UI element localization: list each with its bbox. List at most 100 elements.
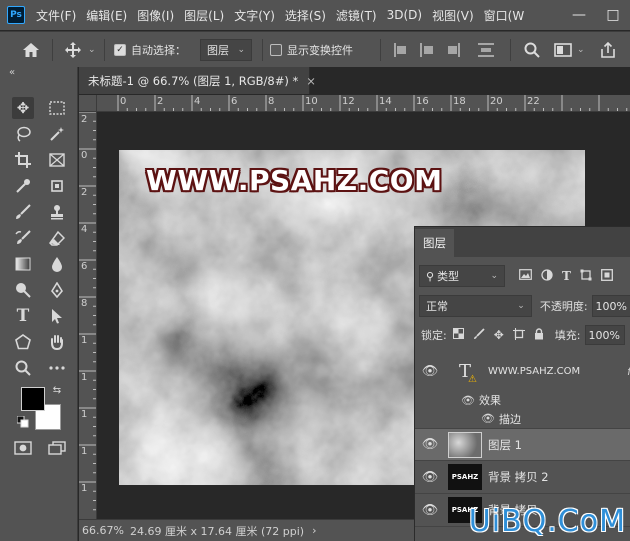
opacity-input[interactable]: 100% — [591, 295, 630, 317]
lock-pixels-icon[interactable] — [473, 327, 485, 343]
layer-row-selected[interactable]: 👁 图层 1 — [415, 429, 630, 461]
shape-tool-icon[interactable] — [12, 331, 34, 353]
ruler-label: 1 — [81, 483, 88, 494]
align-center-icon[interactable] — [420, 43, 434, 57]
collapse-toolbox-icon[interactable]: « — [9, 67, 15, 78]
zoom-level[interactable]: 66.67% — [82, 524, 130, 537]
dodge-tool-icon[interactable] — [12, 279, 34, 301]
close-icon[interactable]: × — [306, 74, 316, 88]
eye-icon[interactable]: 👁 — [415, 503, 445, 518]
swap-colors-icon[interactable]: ⇆ — [50, 383, 64, 397]
type-tool-icon[interactable]: T — [12, 305, 34, 327]
filter-smart-object-icon[interactable] — [600, 268, 613, 284]
ruler-label: 2 — [81, 114, 88, 125]
layer-stroke-effect-row[interactable]: 👁 描边 — [415, 409, 630, 429]
lasso-tool-icon[interactable] — [12, 123, 34, 145]
eyedropper-icon[interactable] — [12, 175, 34, 197]
hand-tool-icon[interactable] — [46, 331, 68, 353]
filter-shape-icon[interactable] — [580, 269, 592, 284]
zoom-tool-icon[interactable] — [12, 357, 34, 379]
menu-window[interactable]: 窗口(W — [484, 7, 525, 24]
home-icon[interactable] — [22, 32, 40, 68]
gradient-tool-icon[interactable] — [12, 253, 34, 275]
layer-effects-row[interactable]: 👁 效果 — [415, 391, 630, 409]
share-icon[interactable] — [600, 32, 616, 68]
brush-tool-icon[interactable] — [12, 201, 34, 223]
search-icon[interactable] — [524, 32, 540, 68]
ruler-vertical[interactable]: 2 0 2 4 6 8 1 1 1 1 1 — [79, 112, 97, 519]
filter-adjustment-icon[interactable] — [541, 268, 553, 284]
lock-position-icon[interactable]: ✥ — [494, 328, 504, 342]
layer-filter-dropdown[interactable]: ⚲ 类型 ⌄ — [419, 265, 505, 287]
show-transform-checkbox[interactable] — [270, 44, 282, 56]
ruler-horizontal[interactable]: 0 2 4 6 8 10 12 14 16 18 20 22 — [97, 95, 630, 112]
auto-select-dropdown[interactable]: 图层 ⌄ — [200, 39, 252, 61]
move-tool-icon[interactable]: ⌄ — [64, 32, 96, 68]
object-select-icon[interactable] — [46, 175, 68, 197]
lock-all-icon[interactable] — [534, 327, 544, 343]
chevron-down-icon[interactable]: ⌄ — [88, 45, 96, 55]
blend-mode-dropdown[interactable]: 正常 ⌄ — [419, 295, 532, 317]
stamp-tool-icon[interactable] — [46, 201, 68, 223]
menu-3d[interactable]: 3D(D) — [387, 8, 422, 22]
path-select-icon[interactable] — [46, 305, 68, 327]
workspace-icon[interactable]: ⌄ — [554, 32, 585, 68]
status-menu-arrow-icon[interactable]: › — [312, 524, 316, 537]
frame-tool-icon[interactable] — [46, 149, 68, 171]
layer-row[interactable]: 👁 PSAHZ 背景 拷贝 2 — [415, 461, 630, 494]
maximize-button[interactable]: □ — [596, 7, 630, 23]
default-colors-icon[interactable] — [16, 415, 30, 429]
menu-image[interactable]: 图像(I) — [137, 7, 174, 24]
history-brush-icon[interactable] — [12, 227, 34, 249]
cloud-layer-thumb — [448, 431, 482, 458]
crop-tool-icon[interactable] — [12, 149, 34, 171]
menu-filter[interactable]: 滤镜(T) — [336, 7, 377, 24]
layer-row[interactable]: 👁 T ⚠ WWW.PSAHZ.COM f — [415, 351, 630, 391]
menu-edit[interactable]: 编辑(E) — [86, 7, 127, 24]
quick-mask-icon[interactable] — [12, 437, 34, 459]
eye-icon[interactable]: 👁 — [415, 364, 445, 379]
ruler-label: 2 — [81, 187, 88, 198]
eye-icon[interactable]: 👁 — [461, 394, 475, 407]
magic-wand-icon[interactable] — [46, 123, 68, 145]
lock-transparent-icon[interactable] — [452, 328, 464, 342]
minimize-button[interactable]: — — [562, 7, 596, 23]
filter-pixel-icon[interactable] — [519, 269, 532, 283]
eraser-tool-icon[interactable] — [46, 227, 68, 249]
lock-artboard-icon[interactable] — [512, 327, 525, 343]
layers-panel: 图层 ⚲ 类型 ⌄ T 正常 ⌄ 不透明度: 100% 锁定: ✥ 填充: 10… — [414, 226, 630, 541]
layer-filter-value: 类型 — [437, 270, 460, 283]
fill-input[interactable]: 100% — [584, 325, 625, 345]
layers-tab[interactable]: 图层 — [415, 229, 454, 257]
eye-icon[interactable]: 👁 — [415, 470, 445, 485]
menu-select[interactable]: 选择(S) — [285, 7, 326, 24]
photoshop-logo-icon[interactable]: Ps — [7, 6, 25, 24]
site-watermark: UiBQ.CoM — [468, 504, 626, 539]
move-tool-icon[interactable]: ✥ — [12, 97, 34, 119]
more-tools-icon[interactable] — [46, 357, 68, 379]
ruler-label: 20 — [490, 96, 503, 107]
align-left-icon[interactable] — [394, 43, 408, 57]
menu-type[interactable]: 文字(Y) — [234, 7, 275, 24]
auto-select-checkbox[interactable]: ✓ — [114, 44, 126, 56]
screen-mode-icon[interactable] — [46, 437, 68, 459]
blur-tool-icon[interactable] — [46, 253, 68, 275]
search-icon: ⚲ — [426, 269, 435, 283]
ruler-label: 8 — [81, 298, 88, 309]
marquee-tool-icon[interactable] — [46, 97, 68, 119]
pen-tool-icon[interactable] — [46, 279, 68, 301]
distribute-icon[interactable] — [478, 43, 494, 57]
align-right-icon[interactable] — [446, 43, 460, 57]
menu-layer[interactable]: 图层(L) — [184, 7, 224, 24]
document-info[interactable]: 24.69 厘米 x 17.64 厘米 (72 ppi) — [130, 523, 304, 539]
blend-mode-value: 正常 — [426, 300, 448, 313]
document-tab[interactable]: 未标题-1 @ 66.7% (图层 1, RGB/8#) * × — [79, 67, 316, 94]
chevron-down-icon[interactable]: ⌄ — [577, 45, 585, 55]
eye-icon[interactable]: 👁 — [481, 412, 495, 425]
eye-icon[interactable]: 👁 — [415, 437, 445, 452]
foreground-color-swatch[interactable] — [21, 387, 45, 411]
ruler-label: 16 — [416, 96, 429, 107]
menu-view[interactable]: 视图(V) — [432, 7, 474, 24]
filter-type-icon[interactable]: T — [562, 269, 571, 283]
menu-file[interactable]: 文件(F) — [36, 7, 76, 24]
